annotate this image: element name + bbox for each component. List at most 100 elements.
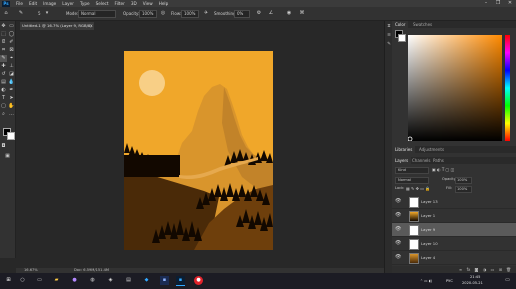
blur-tool-icon[interactable]: 💧: [8, 79, 15, 86]
lock-icons[interactable]: ▦ ✎ ✥ ▭ 🔒: [406, 186, 430, 191]
clock-time[interactable]: 21:45: [470, 275, 480, 280]
layer-opacity-input[interactable]: 100%: [455, 177, 472, 184]
menu-file[interactable]: File: [13, 0, 26, 7]
visibility-eye-icon[interactable]: 👁: [395, 241, 401, 246]
type-tool-icon[interactable]: T: [0, 95, 7, 102]
artboard-tool-icon[interactable]: ▭: [8, 23, 15, 30]
dodge-tool-icon[interactable]: ◐: [0, 87, 7, 94]
marquee-tool-icon[interactable]: ⬚: [0, 31, 7, 38]
artwork-canvas[interactable]: [124, 51, 273, 250]
menu-layer[interactable]: Layer: [59, 0, 77, 7]
language-indicator[interactable]: РУС: [446, 279, 453, 284]
pressure-size-icon[interactable]: ◉: [286, 10, 292, 16]
rectangle-tool-icon[interactable]: ▢: [0, 103, 7, 110]
angle-icon[interactable]: ∠: [268, 10, 274, 16]
pressure-opacity-icon[interactable]: ◎: [160, 10, 166, 16]
visibility-eye-icon[interactable]: 👁: [395, 199, 401, 204]
photoshop-taskbar-icon[interactable]: ▪: [176, 276, 185, 286]
minimize-button[interactable]: –: [480, 0, 492, 7]
stamp-tool-icon[interactable]: ⊥: [8, 63, 15, 70]
tab-swatches[interactable]: Swatches: [410, 21, 435, 28]
notifications-icon[interactable]: ▭: [503, 276, 512, 285]
menu-type[interactable]: Type: [77, 0, 93, 7]
flow-input[interactable]: 100%: [181, 10, 199, 18]
layer-filter-select[interactable]: Kind: [395, 167, 429, 174]
tray-icons[interactable]: ⌃ ▭ ◖): [420, 279, 432, 284]
windows-start-icon[interactable]: ⊞: [4, 276, 13, 285]
layer-name[interactable]: Layer 9: [421, 227, 435, 232]
layer-row[interactable]: 👁 Layer 10: [392, 237, 516, 251]
quick-mask-icon[interactable]: ◘: [0, 143, 7, 150]
chrome-icon[interactable]: ◍: [88, 276, 97, 285]
visibility-eye-icon[interactable]: 👁: [395, 227, 401, 232]
history-brush-icon[interactable]: ↺: [0, 71, 7, 78]
menu-image[interactable]: Image: [40, 0, 59, 7]
tab-paths[interactable]: Paths: [430, 157, 447, 164]
screen-mode-icon[interactable]: ▣: [4, 153, 11, 160]
app-icon[interactable]: ▪: [160, 276, 169, 285]
crop-tool-icon[interactable]: ⌗: [0, 47, 7, 54]
file-explorer-icon[interactable]: ▰: [52, 276, 61, 285]
layer-name[interactable]: Layer 10: [421, 241, 438, 246]
layer-row[interactable]: 👁 Layer 1: [392, 209, 516, 223]
gear-icon[interactable]: ⚙: [256, 10, 262, 16]
blend-mode-select[interactable]: Normal: [395, 177, 429, 184]
brush-size[interactable]: 5: [38, 10, 41, 17]
opacity-input[interactable]: 100%: [139, 10, 157, 18]
layer-row[interactable]: 👁 Layer 4: [392, 251, 516, 265]
layer-name[interactable]: Layer 4: [421, 255, 435, 260]
layer-style-icon[interactable]: fx: [466, 267, 471, 272]
new-group-icon[interactable]: ▭: [490, 267, 495, 272]
brush-tool-icon[interactable]: ✎: [18, 10, 24, 16]
layer-name[interactable]: Layer 1: [421, 213, 435, 218]
layer-filter-icons[interactable]: ▣ ◐ T ▢ ◫: [432, 167, 454, 172]
layer-row[interactable]: 👁 Layer 13: [392, 195, 516, 209]
airbrush-icon[interactable]: ✈: [203, 10, 209, 16]
ellipse-marquee-icon[interactable]: ◯: [8, 31, 15, 38]
move-tool-icon[interactable]: ✥: [0, 23, 7, 30]
menu-edit[interactable]: Edit: [26, 0, 40, 7]
menu-select[interactable]: Select: [93, 0, 112, 7]
frame-tool-icon[interactable]: ⊠: [8, 47, 15, 54]
eyedropper-icon[interactable]: ⌖: [8, 55, 15, 62]
maximize-button[interactable]: ❐: [492, 0, 504, 7]
layer-name[interactable]: Layer 13: [421, 199, 438, 204]
menu-help[interactable]: Help: [156, 0, 172, 7]
pen-tool-icon[interactable]: ✒: [8, 87, 15, 94]
hue-slider[interactable]: [505, 35, 510, 141]
color-field[interactable]: [408, 35, 502, 141]
document-tab[interactable]: Untitled-1 @ 16.7% (Layer 9, RGB/8) ×: [20, 22, 94, 30]
gradient-tool-icon[interactable]: ▤: [0, 79, 7, 86]
app-icon[interactable]: ▤: [124, 276, 133, 285]
close-button[interactable]: ✕: [504, 0, 516, 7]
fill-input[interactable]: 100%: [455, 186, 472, 193]
more-tools-icon[interactable]: …: [8, 111, 15, 118]
delete-layer-icon[interactable]: 🗑: [506, 267, 511, 272]
zoom-tool-icon[interactable]: ⌕: [0, 111, 7, 118]
brush-picker-chevron-icon[interactable]: ▾: [44, 10, 50, 16]
hand-tool-icon[interactable]: ✋: [8, 103, 15, 110]
task-view-icon[interactable]: ▭: [35, 276, 44, 285]
quick-select-icon[interactable]: ✐: [8, 39, 15, 46]
healing-brush-icon[interactable]: ✚: [0, 63, 7, 70]
clock-date[interactable]: 2020-05-21: [462, 281, 483, 286]
home-icon[interactable]: ⌂: [3, 10, 9, 16]
eraser-tool-icon[interactable]: ◪: [8, 71, 15, 78]
visibility-eye-icon[interactable]: 👁: [395, 213, 401, 218]
background-color-swatch[interactable]: [7, 132, 15, 140]
symmetry-icon[interactable]: ⌘: [299, 10, 305, 16]
menu-view[interactable]: View: [140, 0, 156, 7]
link-layers-icon[interactable]: ∞: [458, 267, 463, 272]
canvas-area[interactable]: [16, 30, 384, 258]
tab-adjustments[interactable]: Adjustments: [416, 146, 447, 153]
layer-row-selected[interactable]: 👁 Layer 9: [392, 223, 516, 237]
search-icon[interactable]: ○: [18, 276, 27, 285]
path-select-icon[interactable]: ➤: [8, 95, 15, 102]
add-mask-icon[interactable]: ◙: [474, 267, 479, 272]
menu-3d[interactable]: 3D: [128, 0, 140, 7]
brush-tool-icon[interactable]: ✎: [0, 55, 7, 62]
adjustment-layer-icon[interactable]: ◑: [482, 267, 487, 272]
visibility-eye-icon[interactable]: 👁: [395, 255, 401, 260]
lasso-tool-icon[interactable]: ᘓ: [0, 39, 7, 46]
app-icon[interactable]: ◆: [142, 276, 151, 285]
